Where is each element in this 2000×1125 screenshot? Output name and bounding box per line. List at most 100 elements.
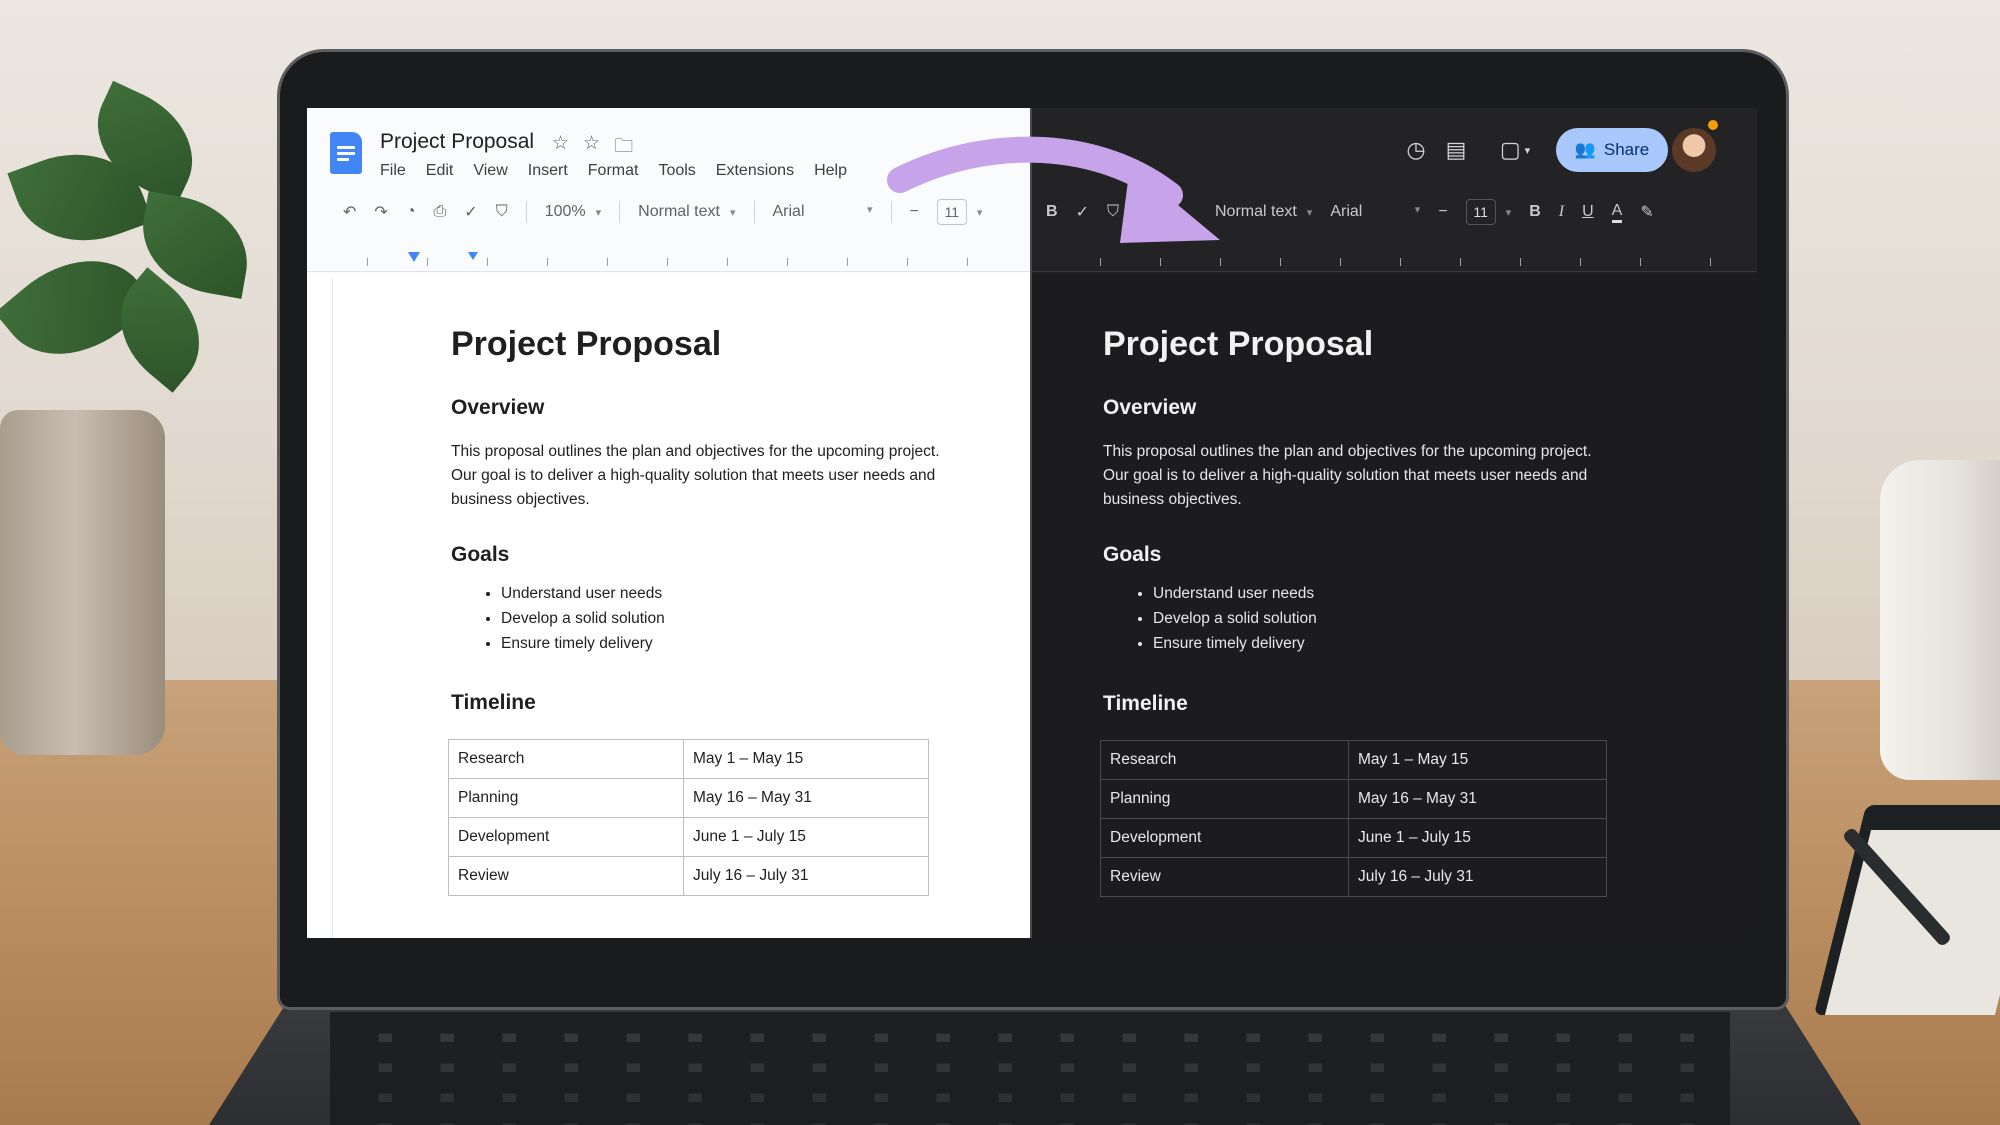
table-row: Research May 1 – May 15 [1100,740,1607,780]
table-cell[interactable]: Planning [448,778,684,818]
list-item[interactable]: Ensure timely delivery [501,631,665,656]
table-cell[interactable]: June 1 – July 15 [1348,818,1607,858]
print-icon[interactable]: ⎙ [433,203,446,221]
font-select[interactable]: Arial ▾ [773,203,873,221]
folder-icon[interactable]: 🗀 [614,132,633,164]
list-item[interactable]: Understand user needs [501,581,665,606]
font-size-input[interactable]: 11 [1465,199,1496,225]
table-row: Review July 16 – July 31 [448,856,929,896]
table-row: Planning May 16 – May 31 [1100,779,1607,819]
menu-insert[interactable]: Insert [528,162,568,180]
timeline-table: Research May 1 – May 15 Planning May 16 – … [1100,740,1607,897]
table-cell[interactable]: May 1 – May 15 [1348,740,1607,780]
overview-heading[interactable]: Overview [1103,396,1196,420]
bold-button[interactable]: B [1529,203,1541,221]
chevron-down-icon[interactable]: ▾ [1506,206,1512,219]
goals-heading[interactable]: Goals [451,543,509,567]
table-cell[interactable]: July 16 – July 31 [683,856,929,896]
chevron-down-icon: ▾ [595,207,602,219]
overview-paragraph[interactable]: This proposal outlines the plan and obje… [1103,440,1593,512]
table-cell[interactable]: May 16 – May 31 [683,778,929,818]
zoom-value: 100% [544,203,586,220]
people-icon: 👥 [1574,140,1596,159]
list-item[interactable]: Ensure timely delivery [1153,631,1317,656]
plant-pot [0,410,165,755]
menu-view[interactable]: View [473,162,507,180]
menu-tools[interactable]: Tools [658,162,695,180]
underline-button[interactable]: U [1582,203,1594,221]
table-cell[interactable]: June 1 – July 15 [683,817,929,857]
menu-edit[interactable]: Edit [426,162,454,180]
list-item[interactable]: Develop a solid solution [501,606,665,631]
list-item[interactable]: Develop a solid solution [1153,606,1317,631]
laptop-keys [330,1012,1730,1125]
table-cell[interactable]: Research [448,739,684,779]
indent-marker[interactable] [468,252,478,260]
table-cell[interactable]: Review [448,856,684,896]
history-icon[interactable]: ◷ [1398,132,1434,168]
table-cell[interactable]: Review [1100,857,1349,897]
table-row: Development June 1 – July 15 [448,817,929,857]
overview-paragraph[interactable]: This proposal outlines the plan and obje… [451,440,941,512]
timeline-heading[interactable]: Timeline [1103,692,1188,716]
spellcheck-icon[interactable]: ✓ [464,202,477,222]
doc-heading[interactable]: Project Proposal [451,325,721,364]
timeline-heading[interactable]: Timeline [451,691,536,715]
font-value: Arial [1330,203,1363,220]
toolbar-divider [753,201,755,223]
table-row: Planning May 16 – May 31 [448,778,929,818]
redo-icon[interactable]: ↷ [374,202,387,222]
font-select[interactable]: Arial ▾ [1330,203,1420,221]
table-cell[interactable]: Development [1100,818,1349,858]
table-cell[interactable]: July 16 – July 31 [1348,857,1607,897]
table-cell[interactable]: May 1 – May 15 [683,739,929,779]
style-value: Normal text [638,203,720,220]
star-icon[interactable]: ☆ [552,132,569,164]
avatar[interactable] [1672,128,1716,172]
curved-arrow-icon [887,136,1220,243]
table-row: Review July 16 – July 31 [1100,857,1607,897]
highlighter-icon[interactable]: ✎ [1640,202,1653,222]
goals-list: Understand user needs Develop a solid so… [501,581,665,656]
table-cell[interactable]: Research [1100,740,1349,780]
menu-extensions[interactable]: Extensions [716,162,794,180]
google-docs-icon[interactable] [330,132,362,174]
paint-format-icon[interactable]: ⛉ [496,203,508,221]
menu-format[interactable]: Format [588,162,639,180]
menu-file[interactable]: File [380,162,406,180]
chevron-down-icon: ▾ [866,204,873,216]
share-button[interactable]: 👥 Share [1556,128,1668,172]
indent-marker[interactable] [408,252,420,262]
notification-dot [1708,120,1718,130]
goals-heading[interactable]: Goals [1103,543,1161,567]
table-cell[interactable]: Development [448,817,684,857]
table-cell[interactable]: May 16 – May 31 [1348,779,1607,819]
zoom-select[interactable]: 100% ▾ [545,203,601,221]
list-item[interactable]: Understand user needs [1153,581,1317,606]
history-icon[interactable]: ◔ [406,203,416,221]
menu-help[interactable]: Help [814,162,847,180]
share-label: Share [1603,140,1650,159]
style-select[interactable]: Normal text ▾ [638,203,735,221]
doc-heading[interactable]: Project Proposal [1103,325,1373,364]
menu-bar: File Edit View Insert Format Tools Exten… [380,162,867,180]
timeline-table: Research May 1 – May 15 Planning May 16 – … [448,739,929,896]
toolbar-divider [525,201,527,223]
coffee-mug [1880,460,2000,780]
overview-heading[interactable]: Overview [451,396,544,420]
text-color-button[interactable]: A [1611,202,1623,223]
table-row: Development June 1 – July 15 [1100,818,1607,858]
vertical-ruler[interactable] [319,278,333,938]
font-value: Arial [772,203,805,220]
chevron-down-icon: ▾ [1414,204,1421,216]
font-size-decrease-button[interactable]: − [1438,203,1447,221]
table-cell[interactable]: Planning [1100,779,1349,819]
document-title[interactable]: Project Proposal [380,130,534,154]
italic-button[interactable]: I [1559,203,1564,221]
comments-icon[interactable]: ▤ [1438,132,1474,168]
table-row: Research May 1 – May 15 [448,739,929,779]
chevron-down-icon: ▾ [1306,207,1313,219]
undo-icon[interactable]: ↶ [343,202,356,222]
video-call-icon[interactable]: ▢ ▾ [1490,132,1540,168]
star-icon[interactable]: ☆ [583,132,600,164]
